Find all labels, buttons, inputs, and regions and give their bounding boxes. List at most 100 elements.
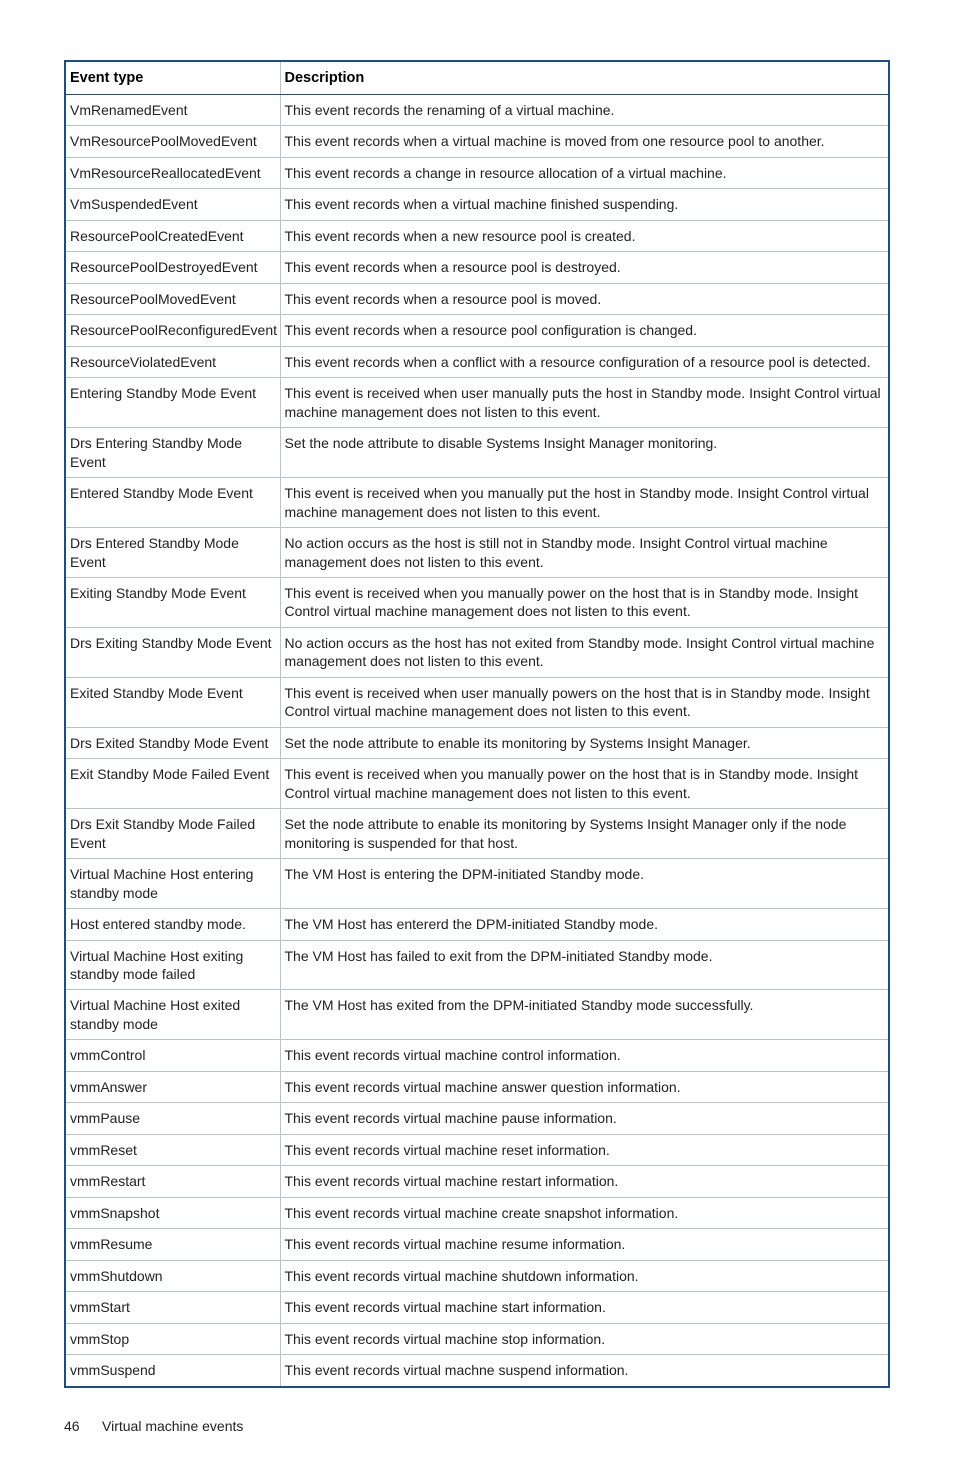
cell-event-type: vmmSuspend (65, 1355, 280, 1387)
table-row: VmSuspendedEventThis event records when … (65, 189, 889, 220)
cell-event-type: Entered Standby Mode Event (65, 478, 280, 528)
events-table: Event type Description VmRenamedEventThi… (64, 60, 890, 1388)
cell-event-type: vmmReset (65, 1134, 280, 1165)
cell-event-type: vmmPause (65, 1103, 280, 1134)
table-row: vmmShutdownThis event records virtual ma… (65, 1260, 889, 1291)
table-row: Entering Standby Mode EventThis event is… (65, 378, 889, 428)
table-body: VmRenamedEventThis event records the ren… (65, 95, 889, 1387)
cell-event-type: VmResourcePoolMovedEvent (65, 126, 280, 157)
cell-description: This event records virtual machine stop … (280, 1323, 889, 1354)
cell-description: This event is received when you manually… (280, 577, 889, 627)
cell-description: This event records when a virtual machin… (280, 126, 889, 157)
cell-description: This event records a change in resource … (280, 157, 889, 188)
table-row: Drs Exiting Standby Mode EventNo action … (65, 627, 889, 677)
cell-event-type: vmmSnapshot (65, 1197, 280, 1228)
cell-event-type: Drs Exiting Standby Mode Event (65, 627, 280, 677)
table-row: ResourcePoolCreatedEventThis event recor… (65, 220, 889, 251)
cell-event-type: Exiting Standby Mode Event (65, 577, 280, 627)
cell-event-type: VmRenamedEvent (65, 95, 280, 126)
cell-event-type: ResourceViolatedEvent (65, 346, 280, 377)
table-row: VmRenamedEventThis event records the ren… (65, 95, 889, 126)
cell-description: This event is received when you manually… (280, 759, 889, 809)
cell-event-type: VmSuspendedEvent (65, 189, 280, 220)
cell-description: This event records virtual machine shutd… (280, 1260, 889, 1291)
cell-description: This event is received when user manuall… (280, 378, 889, 428)
cell-description: The VM Host is entering the DPM-initiate… (280, 859, 889, 909)
table-row: ResourceViolatedEventThis event records … (65, 346, 889, 377)
cell-event-type: Drs Entering Standby Mode Event (65, 428, 280, 478)
cell-description: This event records virtual machine creat… (280, 1197, 889, 1228)
table-row: vmmRestartThis event records virtual mac… (65, 1166, 889, 1197)
cell-event-type: Host entered standby mode. (65, 909, 280, 940)
cell-description: This event records when a virtual machin… (280, 189, 889, 220)
table-row: vmmResumeThis event records virtual mach… (65, 1229, 889, 1260)
cell-event-type: Virtual Machine Host entering standby mo… (65, 859, 280, 909)
cell-event-type: ResourcePoolMovedEvent (65, 283, 280, 314)
table-row: Drs Entering Standby Mode EventSet the n… (65, 428, 889, 478)
table-row: Drs Exit Standby Mode Failed EventSet th… (65, 809, 889, 859)
cell-event-type: ResourcePoolReconfiguredEvent (65, 315, 280, 346)
cell-description: No action occurs as the host has not exi… (280, 627, 889, 677)
cell-event-type: Drs Exit Standby Mode Failed Event (65, 809, 280, 859)
cell-description: Set the node attribute to disable System… (280, 428, 889, 478)
table-row: vmmStartThis event records virtual machi… (65, 1292, 889, 1323)
cell-description: This event records virtual machine resum… (280, 1229, 889, 1260)
table-row: Virtual Machine Host exited standby mode… (65, 990, 889, 1040)
cell-event-type: vmmStart (65, 1292, 280, 1323)
cell-event-type: VmResourceReallocatedEvent (65, 157, 280, 188)
cell-description: This event is received when you manually… (280, 478, 889, 528)
table-row: Exited Standby Mode EventThis event is r… (65, 677, 889, 727)
cell-event-type: vmmRestart (65, 1166, 280, 1197)
cell-description: The VM Host has failed to exit from the … (280, 940, 889, 990)
table-row: vmmStopThis event records virtual machin… (65, 1323, 889, 1354)
table-row: ResourcePoolReconfiguredEventThis event … (65, 315, 889, 346)
table-row: Exiting Standby Mode EventThis event is … (65, 577, 889, 627)
cell-event-type: Drs Entered Standby Mode Event (65, 528, 280, 578)
table-row: ResourcePoolDestroyedEventThis event rec… (65, 252, 889, 283)
table-row: vmmPauseThis event records virtual machi… (65, 1103, 889, 1134)
cell-event-type: Exit Standby Mode Failed Event (65, 759, 280, 809)
table-row: Entered Standby Mode EventThis event is … (65, 478, 889, 528)
col-header-description: Description (280, 61, 889, 95)
cell-description: This event records virtual machne suspen… (280, 1355, 889, 1387)
cell-description: This event records when a resource pool … (280, 315, 889, 346)
cell-event-type: vmmResume (65, 1229, 280, 1260)
cell-description: This event records when a resource pool … (280, 283, 889, 314)
cell-event-type: Exited Standby Mode Event (65, 677, 280, 727)
table-row: Exit Standby Mode Failed EventThis event… (65, 759, 889, 809)
cell-description: This event records virtual machine answe… (280, 1071, 889, 1102)
cell-description: The VM Host has exited from the DPM-init… (280, 990, 889, 1040)
cell-event-type: ResourcePoolCreatedEvent (65, 220, 280, 251)
cell-description: The VM Host has entererd the DPM-initiat… (280, 909, 889, 940)
page-footer: 46 Virtual machine events (64, 1418, 890, 1434)
cell-description: This event records the renaming of a vir… (280, 95, 889, 126)
table-row: vmmControlThis event records virtual mac… (65, 1040, 889, 1071)
table-row: VmResourceReallocatedEventThis event rec… (65, 157, 889, 188)
cell-description: This event records when a new resource p… (280, 220, 889, 251)
cell-description: This event records virtual machine pause… (280, 1103, 889, 1134)
section-title: Virtual machine events (102, 1418, 243, 1434)
cell-description: This event records when a conflict with … (280, 346, 889, 377)
table-row: Virtual Machine Host entering standby mo… (65, 859, 889, 909)
cell-event-type: Virtual Machine Host exited standby mode (65, 990, 280, 1040)
table-row: Host entered standby mode.The VM Host ha… (65, 909, 889, 940)
cell-event-type: ResourcePoolDestroyedEvent (65, 252, 280, 283)
page-number: 46 (64, 1418, 84, 1434)
table-row: VmResourcePoolMovedEventThis event recor… (65, 126, 889, 157)
cell-description: No action occurs as the host is still no… (280, 528, 889, 578)
table-row: vmmResetThis event records virtual machi… (65, 1134, 889, 1165)
table-row: vmmSnapshotThis event records virtual ma… (65, 1197, 889, 1228)
table-row: Virtual Machine Host exiting standby mod… (65, 940, 889, 990)
cell-description: This event records when a resource pool … (280, 252, 889, 283)
cell-event-type: Entering Standby Mode Event (65, 378, 280, 428)
cell-description: This event records virtual machine contr… (280, 1040, 889, 1071)
cell-description: This event records virtual machine start… (280, 1292, 889, 1323)
page: Event type Description VmRenamedEventThi… (0, 0, 954, 1474)
table-row: vmmAnswerThis event records virtual mach… (65, 1071, 889, 1102)
cell-event-type: Drs Exited Standby Mode Event (65, 727, 280, 758)
table-row: Drs Exited Standby Mode EventSet the nod… (65, 727, 889, 758)
table-row: vmmSuspendThis event records virtual mac… (65, 1355, 889, 1387)
cell-description: Set the node attribute to enable its mon… (280, 809, 889, 859)
table-row: Drs Entered Standby Mode EventNo action … (65, 528, 889, 578)
col-header-event-type: Event type (65, 61, 280, 95)
